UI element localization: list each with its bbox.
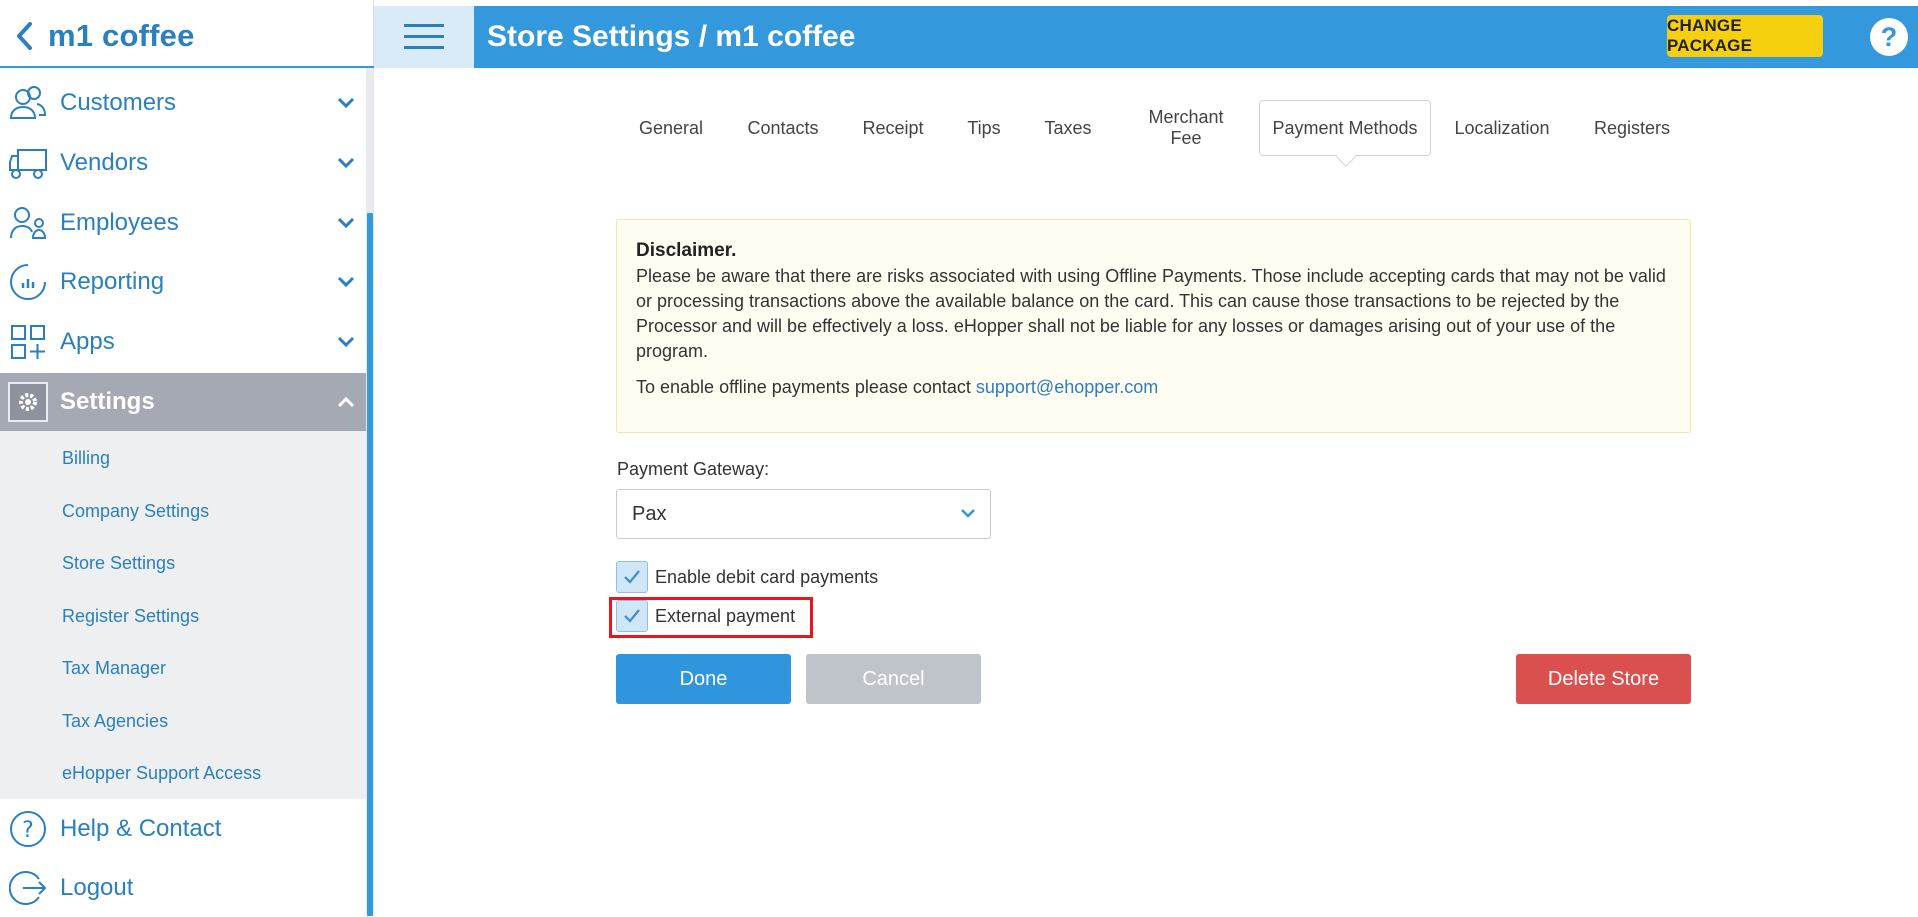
delete-store-button[interactable]: Delete Store (1516, 654, 1691, 704)
chevron-down-icon (326, 253, 366, 311)
sidebar-item-vendors[interactable]: Vendors (0, 134, 366, 192)
payment-gateway-value: Pax (632, 502, 667, 525)
truck-icon (0, 134, 48, 192)
top-header: Store Settings / m1 coffee CHANGE PACKAG… (374, 6, 1918, 68)
help-button[interactable]: ? (1870, 18, 1908, 56)
tab-tips[interactable]: Tips (957, 100, 1011, 156)
apps-icon (0, 313, 48, 371)
chevron-up-icon (326, 373, 366, 431)
page-title: Store Settings / m1 coffee (487, 20, 856, 53)
sidebar-item-label: Vendors (60, 149, 149, 176)
sidebar-item-label: Help & Contact (60, 815, 222, 842)
employees-icon (0, 194, 48, 252)
chevron-left-icon (17, 22, 32, 50)
sidebar-item-label: Apps (60, 328, 115, 355)
logout-icon (0, 859, 48, 917)
disclaimer-contact: To enable offline payments please contac… (636, 377, 1671, 398)
customers-icon (0, 74, 48, 132)
sidebar-scrollbar-thumb[interactable] (367, 213, 373, 916)
tab-receipt[interactable]: Receipt (853, 100, 933, 156)
tab-localization[interactable]: Localization (1447, 100, 1557, 156)
sidebar-header: m1 coffee (0, 6, 374, 68)
contact-prefix: To enable offline payments please contac… (636, 377, 976, 397)
payment-gateway-label: Payment Gateway: (617, 459, 770, 479)
sidebar-item-label: Employees (60, 209, 179, 236)
sidebar-item-customers[interactable]: Customers (0, 74, 366, 132)
gear-icon (0, 373, 48, 431)
highlight-box (609, 597, 813, 638)
sidebar-item-label: Logout (60, 874, 134, 901)
sidebar-item-label: Settings (60, 388, 155, 415)
chevron-down-icon (326, 74, 366, 132)
tab-registers[interactable]: Registers (1585, 100, 1679, 156)
back-button[interactable] (0, 5, 48, 67)
support-email-link[interactable]: support@ehopper.com (976, 377, 1158, 397)
sidebar-item-label: Reporting (60, 268, 165, 295)
disclaimer-body: Please be aware that there are risks ass… (636, 266, 1666, 361)
tab-general[interactable]: General (628, 100, 714, 156)
settings-submenu: Billing Company Settings Store Settings … (0, 431, 366, 799)
hamburger-icon (404, 24, 444, 49)
submenu-item-company-settings[interactable]: Company Settings (62, 501, 209, 522)
sidebar-item-reporting[interactable]: Reporting (0, 253, 366, 311)
sidebar-item-apps[interactable]: Apps (0, 313, 366, 371)
sidebar: m1 coffee Customers Vendors Employees Re… (0, 0, 374, 916)
submenu-item-tax-manager[interactable]: Tax Manager (62, 658, 166, 679)
done-button[interactable]: Done (616, 654, 791, 704)
debit-card-option: Enable debit card payments (616, 561, 878, 593)
sidebar-item-help[interactable]: ? Help & Contact (0, 800, 366, 858)
submenu-item-billing[interactable]: Billing (62, 448, 110, 469)
reporting-icon (0, 253, 48, 311)
submenu-item-store-settings[interactable]: Store Settings (62, 553, 175, 574)
svg-text:?: ? (22, 818, 34, 843)
debit-card-checkbox[interactable] (616, 561, 648, 593)
chevron-down-icon (326, 134, 366, 192)
submenu-item-register-settings[interactable]: Register Settings (62, 606, 199, 627)
checkmark-icon (624, 570, 640, 584)
submenu-item-tax-agencies[interactable]: Tax Agencies (62, 711, 168, 732)
cancel-button[interactable]: Cancel (806, 654, 981, 704)
tab-taxes[interactable]: Taxes (1035, 100, 1101, 156)
sidebar-item-logout[interactable]: Logout (0, 859, 366, 917)
chevron-down-icon (961, 509, 975, 518)
sidebar-item-label: Customers (60, 89, 177, 116)
disclaimer-box: Disclaimer. Please be aware that there a… (616, 219, 1691, 433)
chevron-down-icon (326, 194, 366, 252)
chevron-down-icon (326, 313, 366, 371)
menu-toggle-button[interactable] (374, 6, 474, 68)
change-package-button[interactable]: CHANGE PACKAGE (1667, 15, 1823, 57)
help-circle-icon: ? (0, 800, 48, 858)
payment-gateway-select[interactable]: Pax (616, 489, 991, 539)
submenu-item-support-access[interactable]: eHopper Support Access (62, 763, 261, 784)
sidebar-item-employees[interactable]: Employees (0, 194, 366, 252)
disclaimer-title: Disclaimer. (636, 240, 737, 261)
debit-card-label: Enable debit card payments (655, 566, 879, 587)
tab-merchant-fee[interactable]: Merchant Fee (1136, 100, 1236, 156)
tab-contacts[interactable]: Contacts (737, 100, 829, 156)
sidebar-item-settings[interactable]: Settings (0, 373, 366, 431)
store-name: m1 coffee (48, 18, 195, 53)
